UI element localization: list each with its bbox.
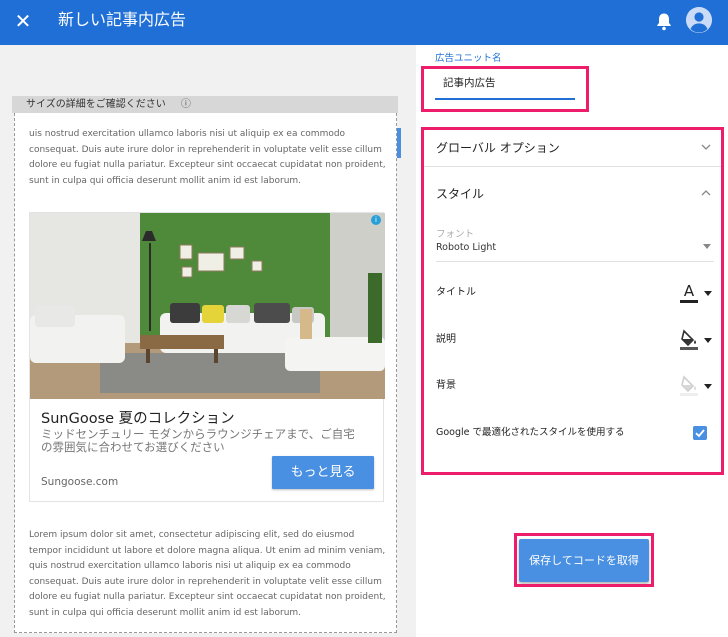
page-title: 新しい記事内広告 xyxy=(58,10,187,29)
ad-unit-name-label: 広告ユニット名 xyxy=(435,53,502,64)
ad-cta-button[interactable]: もっと見る xyxy=(272,456,374,489)
account-avatar-icon[interactable] xyxy=(686,7,712,33)
highlight-save-button xyxy=(514,533,654,587)
size-details-label: サイズの詳細をご確認ください xyxy=(26,99,166,110)
ad-description: ミッドセンチュリー モダンからラウンジチェアまで、ご自宅の雰囲気に合わせてお選び… xyxy=(41,427,355,454)
adchoices-icon[interactable]: i xyxy=(371,215,381,225)
preview-scroll-indicator[interactable] xyxy=(397,128,401,158)
close-icon[interactable]: ✕ xyxy=(12,8,34,34)
sample-paragraph-top: uis nostrud exercitation ullamco laboris… xyxy=(29,129,386,186)
help-circle-icon[interactable]: ⓘ xyxy=(181,96,191,113)
living-room-photo xyxy=(30,213,385,399)
native-ad-card[interactable]: i SunGoose 夏のコレクション ミッドセンチュリー モダンからラウンジチ… xyxy=(29,212,385,502)
sample-paragraph-bottom: Lorem ipsum dolor sit amet, consectetur … xyxy=(29,530,386,618)
bell-icon[interactable] xyxy=(655,12,673,32)
size-details-header: サイズの詳細をご確認ください ⓘ xyxy=(12,96,398,113)
highlight-style-options xyxy=(421,127,724,475)
ad-headline: SunGoose 夏のコレクション xyxy=(41,411,235,427)
ad-domain: Sungoose.com xyxy=(41,476,119,488)
ad-preview-frame: uis nostrud exercitation ullamco laboris… xyxy=(14,113,397,633)
top-app-bar: ✕ 新しい記事内広告 xyxy=(0,0,728,45)
highlight-unit-name xyxy=(421,66,589,112)
